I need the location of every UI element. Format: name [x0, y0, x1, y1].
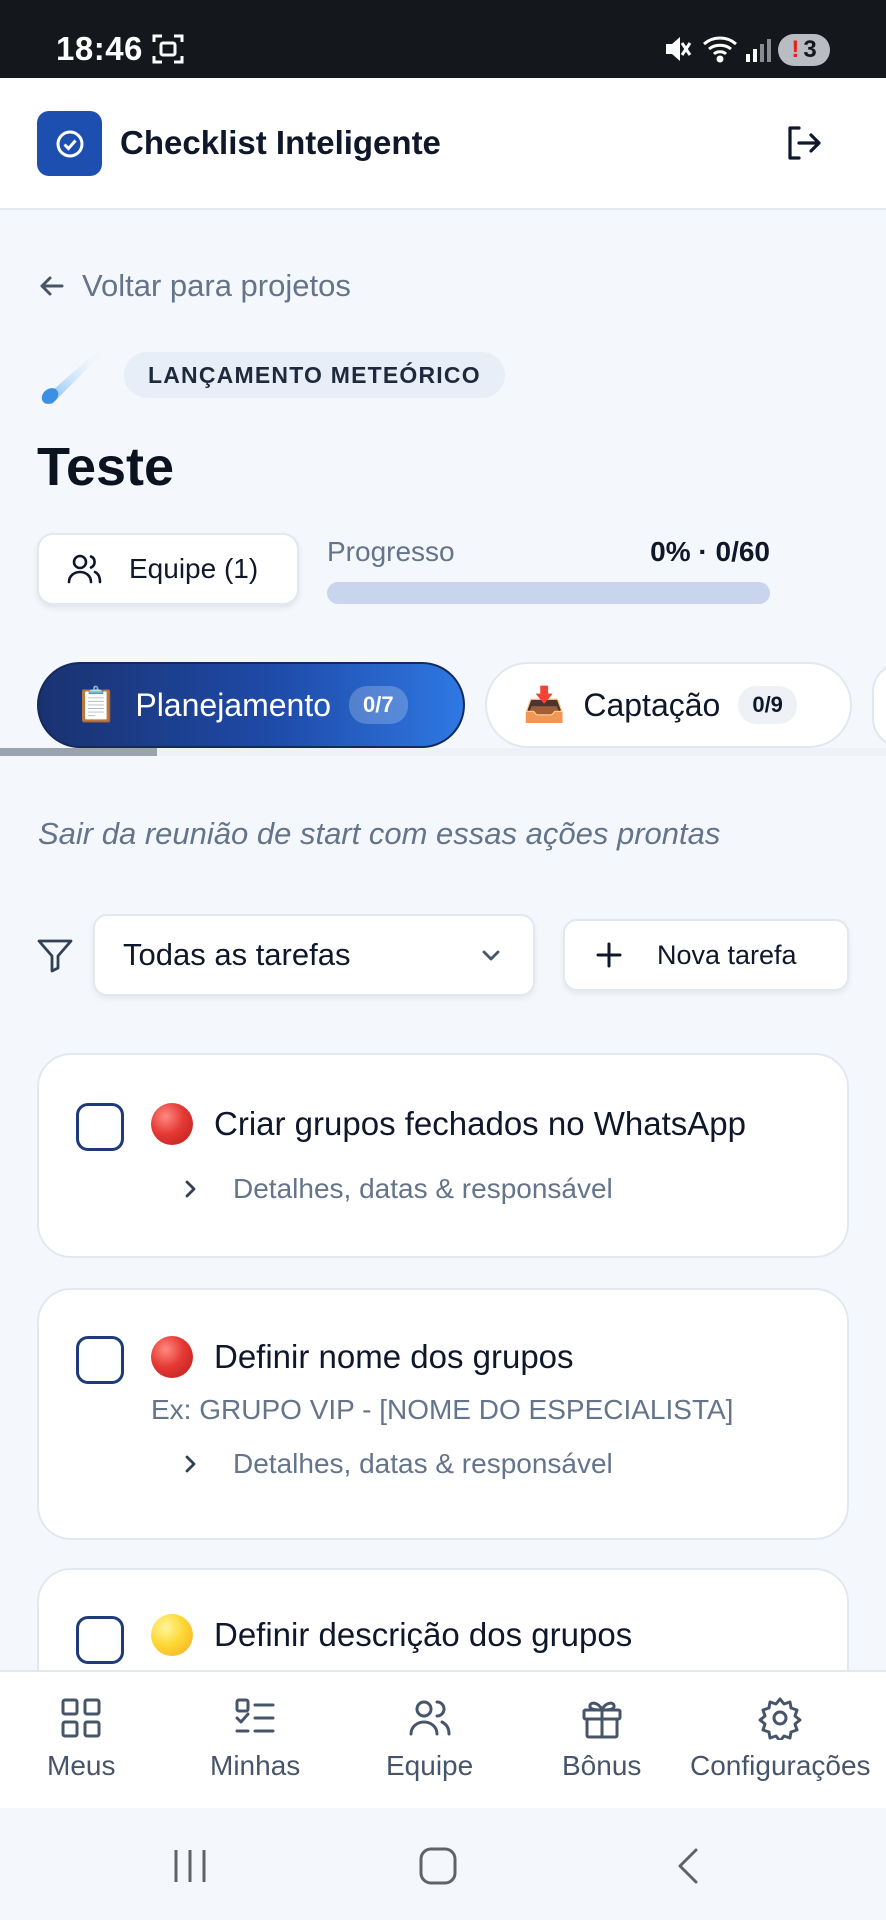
progress-value: 0% · 0/60	[650, 536, 770, 567]
project-title: Teste	[37, 437, 175, 497]
tabs-scrollbar-thumb[interactable]	[0, 748, 157, 756]
back-icon[interactable]	[670, 1846, 710, 1886]
nav-meus[interactable]: Meus	[47, 1696, 115, 1782]
nav-label: Meus	[47, 1750, 116, 1781]
task-subtitle: Ex: GRUPO VIP - [NOME DO ESPECIALISTA]	[151, 1394, 734, 1425]
nav-equipe[interactable]: Equipe	[386, 1696, 473, 1782]
progress-bar	[327, 582, 770, 604]
users-icon	[67, 554, 102, 584]
task-details-label: Detalhes, datas & responsável	[233, 1448, 613, 1479]
tab-label: Planejamento	[135, 686, 332, 723]
app-header: Checklist Inteligente	[0, 78, 886, 210]
task-filter-value: Todas as tarefas	[123, 937, 351, 972]
nav-bonus[interactable]: Bônus	[562, 1696, 641, 1782]
chevron-right-icon	[185, 1180, 196, 1198]
task-checkbox[interactable]	[76, 1103, 124, 1151]
project-category-badge: LANÇAMENTO METEÓRICO	[124, 352, 505, 398]
task-details-toggle[interactable]: Detalhes, datas & responsável	[179, 1448, 613, 1480]
team-button[interactable]: Equipe (1)	[37, 533, 299, 605]
task-checkbox[interactable]	[76, 1616, 124, 1664]
grid-icon	[61, 1698, 101, 1738]
stage-tabs: 📋 Planejamento 0/7 📥 Captação 0/9	[0, 650, 886, 760]
mute-icon	[666, 37, 692, 61]
tab-label: Captação	[583, 686, 721, 723]
filter-icon	[37, 939, 73, 973]
task-title: Definir descrição dos grupos	[214, 1616, 633, 1653]
logout-icon[interactable]	[783, 123, 823, 163]
back-to-projects-link[interactable]: Voltar para projetos	[38, 268, 351, 304]
plus-icon	[596, 942, 622, 968]
signal-icon	[746, 39, 771, 62]
clipboard-icon: 📋	[75, 686, 118, 724]
app-logo	[37, 111, 102, 176]
priority-medium-icon	[151, 1614, 193, 1656]
screenshot-icon	[152, 34, 184, 64]
tab-captacao[interactable]: 📥 Captação 0/9	[485, 662, 852, 748]
task-checkbox[interactable]	[76, 1336, 124, 1384]
task-details-toggle[interactable]: Detalhes, datas & responsável	[179, 1173, 613, 1205]
users-icon	[409, 1700, 451, 1736]
team-button-label: Equipe (1)	[129, 553, 259, 584]
status-time: 18:46	[56, 30, 143, 67]
gear-icon	[758, 1697, 802, 1740]
new-task-label: Nova tarefa	[657, 939, 797, 970]
task-card: Criar grupos fechados no WhatsApp Detalh…	[37, 1053, 849, 1258]
nav-label: Bônus	[562, 1750, 642, 1781]
wifi-icon	[703, 36, 737, 63]
task-card: Definir nome dos grupos Ex: GRUPO VIP - …	[37, 1288, 849, 1540]
nav-label: Equipe	[386, 1750, 474, 1781]
home-icon[interactable]	[418, 1846, 458, 1886]
bottom-nav: Meus Minhas Equipe Bônus Configurações	[0, 1670, 886, 1808]
tab-next-partial[interactable]	[872, 662, 886, 748]
gift-icon	[582, 1701, 622, 1739]
nav-label: Minhas	[210, 1750, 301, 1781]
nav-configuracoes[interactable]: Configurações	[690, 1696, 871, 1782]
battery-level: 3	[803, 36, 817, 63]
inbox-tray-icon: 📥	[523, 686, 566, 724]
tab-planejamento[interactable]: 📋 Planejamento 0/7	[37, 662, 465, 748]
arrow-left-icon	[40, 276, 64, 296]
tab-count: 0/9	[738, 686, 797, 724]
task-title: Definir nome dos grupos	[214, 1338, 574, 1375]
back-link-label: Voltar para projetos	[82, 268, 351, 303]
app-title: Checklist Inteligente	[120, 124, 441, 161]
chevron-right-icon	[185, 1455, 196, 1473]
priority-high-icon	[151, 1336, 193, 1378]
comet-icon	[41, 352, 100, 404]
task-filter-select[interactable]: Todas as tarefas	[93, 914, 535, 996]
list-check-icon	[235, 1698, 275, 1733]
tab-count: 0/7	[349, 686, 408, 724]
check-circle-icon	[56, 130, 83, 157]
status-bar: 18:46 ! 3	[0, 0, 886, 78]
priority-high-icon	[151, 1103, 193, 1145]
battery-indicator: ! 3	[778, 34, 830, 66]
stage-description: Sair da reunião de start com essas ações…	[38, 816, 721, 851]
task-title: Criar grupos fechados no WhatsApp	[214, 1105, 746, 1142]
task-details-label: Detalhes, datas & responsável	[233, 1173, 613, 1204]
recent-apps-icon[interactable]	[170, 1846, 210, 1886]
new-task-button[interactable]: Nova tarefa	[563, 919, 849, 991]
system-nav-bar	[0, 1808, 886, 1920]
nav-label: Configurações	[690, 1750, 871, 1781]
nav-minhas[interactable]: Minhas	[210, 1696, 300, 1782]
chevron-down-icon	[482, 950, 500, 961]
progress-label: Progresso	[327, 536, 455, 567]
